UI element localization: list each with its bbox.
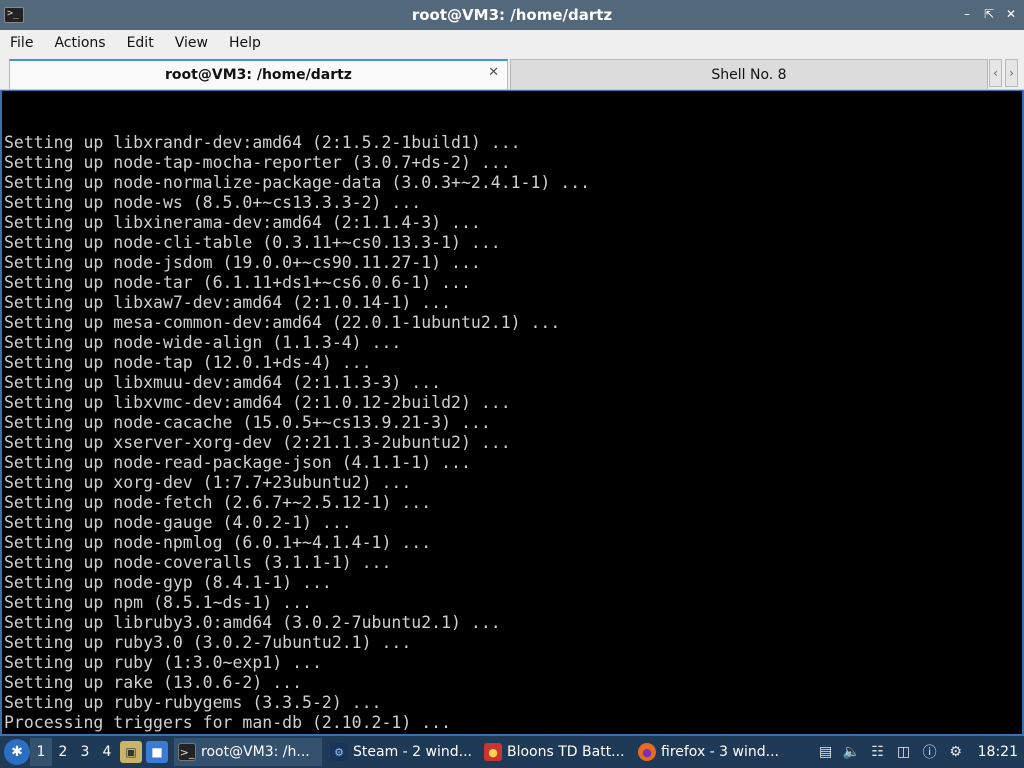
maximize-icon[interactable]: ⇱ xyxy=(982,6,996,22)
terminal-line: Setting up libxrandr-dev:amd64 (2:1.5.2-… xyxy=(4,133,521,152)
terminal-line: Setting up libxmuu-dev:amd64 (2:1.1.3-3)… xyxy=(4,373,442,392)
menu-view[interactable]: View xyxy=(169,35,214,51)
terminal-view[interactable]: Setting up libxrandr-dev:amd64 (2:1.5.2-… xyxy=(0,90,1024,736)
tab-scroll-right-icon[interactable]: › xyxy=(1005,59,1018,87)
show-desktop-icon[interactable]: ■ xyxy=(146,741,168,763)
terminal-line: Setting up node-normalize-package-data (… xyxy=(4,173,591,192)
terminal-line: Setting up rake (13.0.6-2) ... xyxy=(4,673,303,692)
workspace-4[interactable]: 4 xyxy=(96,738,118,766)
terminal-output: Setting up libxrandr-dev:amd64 (2:1.5.2-… xyxy=(4,93,938,734)
menu-file[interactable]: File xyxy=(4,35,39,51)
task-label: Steam - 2 wind... xyxy=(353,744,472,760)
task-terminal[interactable]: >_ root@VM3: /h... xyxy=(174,738,322,766)
terminal-line: Setting up node-ws (8.5.0+~cs13.3.3-2) .… xyxy=(4,193,422,212)
bloons-icon: ● xyxy=(484,743,502,761)
window-title: root@VM3: /home/dartz xyxy=(411,6,613,24)
task-steam[interactable]: ⚙ Steam - 2 wind... xyxy=(326,738,476,766)
window-titlebar[interactable]: >_ root@VM3: /home/dartz – ⇱ ✕ xyxy=(0,0,1024,30)
steam-icon: ⚙ xyxy=(330,743,348,761)
terminal-line: Setting up node-jsdom (19.0.0+~cs90.11.2… xyxy=(4,253,481,272)
terminal-line: Setting up node-fetch (2.6.7+~2.5.12-1) … xyxy=(4,493,432,512)
terminal-line: Setting up node-wide-align (1.1.3-4) ... xyxy=(4,333,402,352)
info-icon[interactable]: ⓘ xyxy=(920,742,940,762)
terminal-line: Setting up node-npmlog (6.0.1+~4.1.4-1) … xyxy=(4,533,432,552)
terminal-line: Setting up node-tar (6.1.11+ds1+~cs6.0.6… xyxy=(4,273,471,292)
tab-label: Shell No. 8 xyxy=(711,66,787,83)
terminal-line: Setting up xserver-xorg-dev (2:21.1.3-2u… xyxy=(4,433,511,452)
tab-scroll-left-icon[interactable]: ‹ xyxy=(989,59,1002,87)
network-icon[interactable]: ◫ xyxy=(894,742,914,762)
terminal-line: Setting up ruby (1:3.0~exp1) ... xyxy=(4,653,322,672)
start-menu-icon[interactable]: ✱ xyxy=(4,739,30,765)
task-bloons[interactable]: ● Bloons TD Batt... xyxy=(480,738,630,766)
terminal-app-icon[interactable]: >_ xyxy=(4,7,24,23)
menu-bar: File Actions Edit View Help xyxy=(0,30,1024,56)
menu-help[interactable]: Help xyxy=(223,35,267,51)
task-label: firefox - 3 wind... xyxy=(661,744,779,760)
terminal-line: Setting up node-read-package-json (4.1.1… xyxy=(4,453,471,472)
terminal-line: Setting up node-coveralls (3.1.1-1) ... xyxy=(4,553,392,572)
terminal-line: Setting up libxaw7-dev:amd64 (2:1.0.14-1… xyxy=(4,293,452,312)
notes-icon[interactable]: ☷ xyxy=(868,742,888,762)
terminal-line: Setting up node-tap (12.0.1+ds-4) ... xyxy=(4,353,372,372)
task-label: Bloons TD Batt... xyxy=(507,744,625,760)
firefox-icon: ● xyxy=(638,743,656,761)
file-manager-icon[interactable]: ▣ xyxy=(120,741,142,763)
tab-root-shell[interactable]: root@VM3: /home/dartz ✕ xyxy=(9,59,508,89)
terminal-line: Setting up node-cli-table (0.3.11+~cs0.1… xyxy=(4,233,501,252)
minimize-icon[interactable]: – xyxy=(960,6,974,22)
terminal-line: Setting up ruby-rubygems (3.3.5-2) ... xyxy=(4,693,382,712)
menu-edit[interactable]: Edit xyxy=(121,35,160,51)
task-firefox[interactable]: ● firefox - 3 wind... xyxy=(634,738,784,766)
terminal-line: Setting up libxinerama-dev:amd64 (2:1.1.… xyxy=(4,213,481,232)
terminal-line: Processing triggers for man-db (2.10.2-1… xyxy=(4,713,452,732)
terminal-line: Setting up ruby3.0 (3.0.2-7ubuntu2.1) ..… xyxy=(4,633,412,652)
clipboard-icon[interactable]: ▤ xyxy=(816,742,836,762)
terminal-icon: >_ xyxy=(178,743,196,761)
terminal-line: Setting up node-gauge (4.0.2-1) ... xyxy=(4,513,352,532)
close-icon[interactable]: ✕ xyxy=(1004,6,1018,22)
terminal-line: Setting up xorg-dev (1:7.7+23ubuntu2) ..… xyxy=(4,473,412,492)
steam-tray-icon[interactable]: ⚙ xyxy=(946,742,966,762)
tab-shell-8[interactable]: Shell No. 8 xyxy=(510,59,988,89)
workspace-3[interactable]: 3 xyxy=(74,738,96,766)
tab-close-icon[interactable]: ✕ xyxy=(488,65,499,80)
workspace-2[interactable]: 2 xyxy=(52,738,74,766)
terminal-line: Setting up node-tap-mocha-reporter (3.0.… xyxy=(4,153,511,172)
workspace-1[interactable]: 1 xyxy=(30,738,52,766)
terminal-line: Setting up node-gyp (8.4.1-1) ... xyxy=(4,573,332,592)
terminal-line: Setting up npm (8.5.1~ds-1) ... xyxy=(4,593,312,612)
taskbar: ✱ 1 2 3 4 ▣ ■ >_ root@VM3: /h... ⚙ Steam… xyxy=(0,736,1024,768)
tab-label: root@VM3: /home/dartz xyxy=(165,67,352,83)
clock[interactable]: 18:21 xyxy=(978,744,1018,760)
tab-bar: root@VM3: /home/dartz ✕ Shell No. 8 ‹ › xyxy=(0,56,1024,90)
terminal-line: Setting up mesa-common-dev:amd64 (22.0.1… xyxy=(4,313,561,332)
terminal-line: Setting up node-cacache (15.0.5+~cs13.9.… xyxy=(4,413,491,432)
volume-icon[interactable]: 🔈 xyxy=(842,742,862,762)
terminal-line: Setting up libxvmc-dev:amd64 (2:1.0.12-2… xyxy=(4,393,511,412)
task-label: root@VM3: /h... xyxy=(201,744,310,760)
terminal-line: Setting up libruby3.0:amd64 (3.0.2-7ubun… xyxy=(4,613,501,632)
menu-actions[interactable]: Actions xyxy=(48,35,111,51)
